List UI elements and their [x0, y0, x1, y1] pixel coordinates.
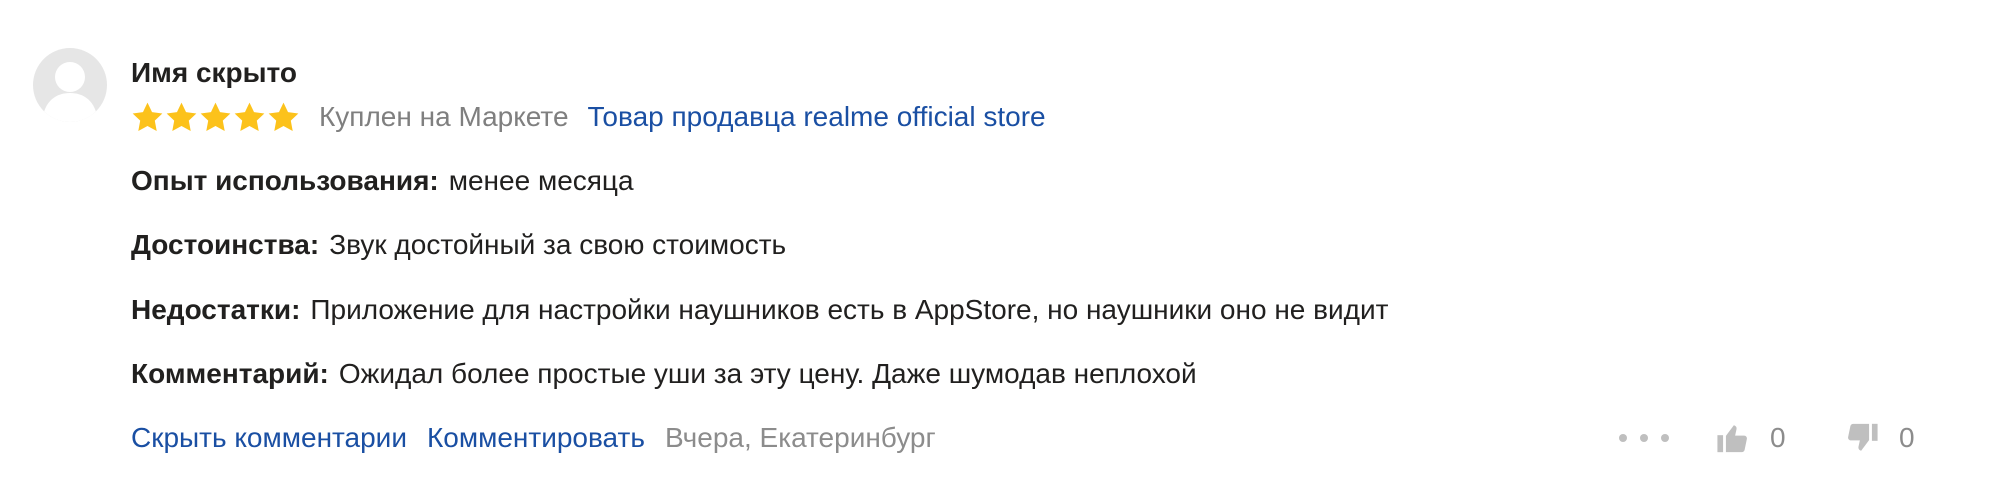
- review-card: Имя скрыто Куплен на Маркете Товар прода…: [0, 0, 2000, 484]
- purchase-badge: Куплен на Маркете: [319, 101, 569, 132]
- field-value: Приложение для настройки наушников есть …: [310, 294, 1389, 325]
- user-silhouette-icon: [42, 62, 98, 122]
- star-icon: [234, 102, 265, 131]
- field-value: менее месяца: [448, 165, 634, 196]
- thumbs-down-icon: [1848, 423, 1878, 451]
- author-name: Имя скрыто: [131, 57, 298, 88]
- rating-stars: [131, 101, 300, 134]
- review-footer: Скрыть комментарии Комментировать Вчера,…: [131, 420, 936, 456]
- seller-link[interactable]: Товар продавца realme official store: [588, 99, 1046, 135]
- cons: Недостатки: Приложение для настройки науш…: [131, 292, 1388, 328]
- pros: Достоинства: Звук достойный за свою стоим…: [131, 227, 786, 263]
- dot-icon: [1619, 434, 1627, 442]
- dislike-count: 0: [1899, 422, 1915, 453]
- comment: Комментарий: Ожидал более простые уши за …: [131, 356, 1197, 392]
- field-label: Комментарий:: [131, 358, 329, 389]
- field-label: Достоинства:: [131, 229, 320, 260]
- usage-experience: Опыт использования: менее месяца: [131, 163, 634, 199]
- star-icon: [268, 102, 299, 131]
- dot-icon: [1661, 434, 1669, 442]
- avatar: [33, 48, 107, 122]
- dot-icon: [1640, 434, 1648, 442]
- field-value: Звук достойный за свою стоимость: [329, 229, 787, 260]
- hide-comments-link[interactable]: Скрыть комментарии: [131, 420, 407, 456]
- star-icon: [200, 102, 231, 131]
- comment-link[interactable]: Комментировать: [427, 420, 645, 456]
- like-button[interactable]: 0: [1716, 416, 1786, 460]
- field-label: Недостатки:: [131, 294, 301, 325]
- thumbs-up-icon: [1717, 425, 1747, 453]
- review-meta: Куплен на Маркете Товар продавца realme …: [131, 99, 1046, 135]
- star-icon: [166, 102, 197, 131]
- review-date-city: Вчера, Екатеринбург: [664, 422, 936, 453]
- field-value: Ожидал более простые уши за эту цену. Да…: [338, 358, 1197, 389]
- star-icon: [132, 102, 163, 131]
- like-count: 0: [1770, 422, 1786, 453]
- more-options-button[interactable]: [1619, 420, 1669, 456]
- field-label: Опыт использования:: [131, 165, 439, 196]
- dislike-button[interactable]: 0: [1845, 416, 1915, 460]
